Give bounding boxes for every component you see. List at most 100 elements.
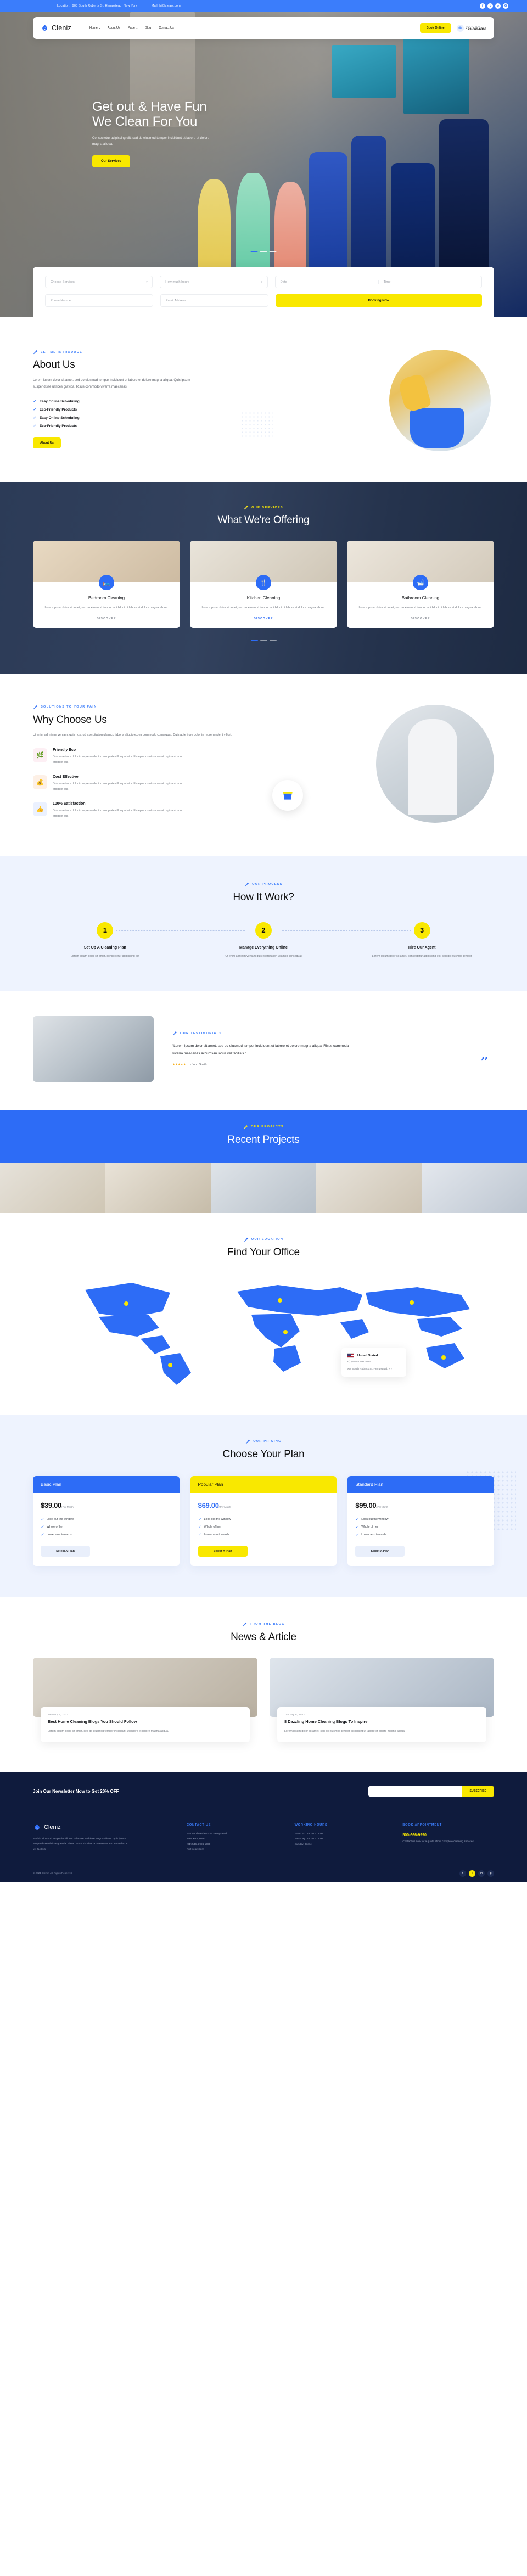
service-discover-link[interactable]: DISCOVER (41, 617, 172, 620)
bedroom-icon: 🛌 (99, 575, 114, 590)
hero-dot-3[interactable] (269, 251, 277, 252)
service-discover-link[interactable]: DISCOVER (355, 617, 486, 620)
chat-phone-block[interactable]: ☎ LET'S CHAT 123-666-6868 (456, 24, 486, 32)
check-icon: ✓ (33, 416, 36, 420)
twitter-icon[interactable]: t (487, 3, 493, 9)
nav-item-about[interactable]: About Us (108, 26, 120, 30)
service-card[interactable]: 🛌 Bedroom Cleaning Lorem ipsum dolor sit… (33, 541, 180, 628)
plan-feature: ✓ Lower arm towards (198, 1533, 329, 1537)
service-card[interactable]: 🛁 Bathroom Cleaning Lorem ipsum dolor si… (347, 541, 494, 628)
nav-item-home[interactable]: Home ▾ (89, 26, 100, 30)
pricing-plan-card[interactable]: Popular Plan $69.00/ Per Month ✓ Look out… (190, 1475, 337, 1566)
services-title: What We're Offering (217, 514, 310, 526)
about-circle-photo (389, 350, 491, 451)
newsletter-bar: Join Our Newsletter Now to Get 20% OFF S… (0, 1772, 527, 1809)
hero-our-services-button[interactable]: Our Services (92, 155, 131, 167)
plan-price: $99.00 (355, 1501, 377, 1509)
pricing-plan-card[interactable]: Basic Plan $39.00/ Per Month ✓ Look out t… (33, 1475, 180, 1566)
check-icon: ✓ (41, 1533, 44, 1537)
check-icon: ✓ (33, 424, 36, 428)
project-thumb[interactable] (422, 1162, 527, 1213)
subscribe-button[interactable]: SUBSCRIBE (462, 1786, 494, 1797)
choose-services-select[interactable]: Choose Services ▾ (45, 276, 153, 288)
about-cta-button[interactable]: About Us (33, 437, 61, 448)
broom-icon (172, 1031, 177, 1036)
topbar-social-links[interactable]: f t p G (480, 3, 508, 9)
check-icon: ✓ (41, 1525, 44, 1529)
select-plan-button[interactable]: Select A Plan (41, 1545, 90, 1557)
service-card[interactable]: 🍴 Kitchen Cleaning Lorem ipsum dolor sit… (190, 541, 337, 628)
service-card-title: Bedroom Cleaning (88, 596, 125, 600)
pricing-title: Choose Your Plan (222, 1448, 305, 1460)
services-dot-2[interactable] (260, 639, 267, 641)
footer-logo[interactable]: Cleniz (33, 1823, 170, 1832)
footer-hours-line: Saturday : 09:00 - 16:00 (294, 1838, 323, 1841)
plan-feature-label: Whole of her (361, 1525, 378, 1529)
footer: Join Our Newsletter Now to Get 20% OFF S… (0, 1771, 527, 1882)
email-address-input[interactable]: Email Address (160, 294, 268, 307)
newsletter-email-input[interactable] (368, 1786, 462, 1797)
hero-dot-1[interactable] (250, 251, 258, 252)
broom-icon (245, 1439, 250, 1444)
project-thumb[interactable] (211, 1162, 316, 1213)
pinterest-icon[interactable]: p (495, 3, 501, 9)
facebook-icon[interactable]: f (459, 1870, 466, 1877)
testimonial-quote: “Lorem ipsum dolor sit amet, sed do eius… (172, 1044, 349, 1056)
services-dot-3[interactable] (269, 639, 277, 641)
plan-feature: ✓ Whole of her (41, 1525, 172, 1529)
why-paragraph: Ut enim ad minim veniam, quis nostrud ex… (33, 733, 232, 737)
topbar-left: Location: 908 South Roberts St, Hempstea… (19, 4, 480, 8)
phone-number-input[interactable]: Phone Number (45, 294, 153, 307)
nav-item-contact[interactable]: Contact Us (159, 26, 174, 30)
project-thumb[interactable] (0, 1162, 105, 1213)
service-card-desc: Lorem ipsum dolor sit amet, sed do eiusm… (201, 606, 326, 609)
select-plan-button[interactable]: Select A Plan (355, 1545, 405, 1557)
footer-bottom-bar: © 2021 Cleniz. All Rights Reserved f t i… (0, 1864, 527, 1882)
blog-post[interactable]: January 6, 2021 8 Dazzling Home Cleaning… (270, 1657, 494, 1742)
services-dot-1[interactable] (250, 639, 258, 641)
why-feature: 💰 Cost Effective Duis aute irure dolor i… (33, 775, 258, 792)
why-feature: 👍 100% Satisfaction Duis aute irure dolo… (33, 802, 258, 819)
time-input[interactable]: Time (378, 280, 481, 284)
select-plan-button[interactable]: Select A Plan (198, 1545, 248, 1557)
brand-logo[interactable]: Cleniz (41, 24, 71, 32)
hours-select[interactable]: How much hours ▾ (160, 276, 268, 288)
nav-item-blog[interactable]: Blog (145, 26, 151, 30)
world-map-svg (85, 1282, 470, 1385)
services-slider-dots[interactable] (33, 639, 494, 641)
footer-social-links[interactable]: f t in p (459, 1870, 494, 1877)
about-check-item: ✓ Eco-Friendly Products (33, 424, 214, 429)
hero-slider-dots[interactable] (250, 251, 277, 252)
service-discover-link[interactable]: DISCOVER (198, 617, 329, 620)
footer-booking-phone[interactable]: 500-666-9990 (402, 1832, 494, 1839)
page-root: Location: 908 South Roberts St, Hempstea… (0, 0, 527, 1882)
project-thumb[interactable] (316, 1162, 422, 1213)
how-it-works-section: OUR PROCESS How It Work? 1 Set Up A Clea… (0, 855, 527, 991)
blog-post-date: January 6, 2021 (48, 1713, 69, 1716)
nav-right-group: Book Online ☎ LET'S CHAT 123-666-6868 (419, 23, 486, 33)
booking-now-button[interactable]: Booking Now (275, 294, 482, 307)
facebook-icon[interactable]: f (480, 3, 485, 9)
book-online-button[interactable]: Book Online (419, 23, 451, 33)
blog-post[interactable]: January 6, 2021 Best Home Cleaning Blogs… (33, 1657, 257, 1742)
world-map[interactable]: United Stated +(1) 546 8 996 1020 908 So… (33, 1271, 494, 1389)
nav-item-page[interactable]: Page ▾ (128, 26, 137, 30)
why-eyebrow: SOLUTIONS TO YOUR PAIN (33, 705, 258, 710)
blog-post-title[interactable]: 8 Dazzling Home Cleaning Blogs To Inspir… (284, 1719, 479, 1725)
date-input[interactable]: Date (276, 280, 378, 284)
project-thumb[interactable] (105, 1162, 211, 1213)
blog-post-excerpt: Lorem ipsum dolor sit amet, sed do eiusm… (48, 1730, 169, 1733)
pricing-plan-card[interactable]: Standard Plan $99.00/ Per Month ✓ Look ou… (347, 1475, 495, 1566)
linkedin-icon[interactable]: in (478, 1870, 485, 1877)
hero-dot-2[interactable] (260, 251, 267, 252)
location-eyebrow: OUR LOCATION (33, 1237, 494, 1242)
location-eyebrow-label: OUR LOCATION (251, 1238, 284, 1242)
projects-gallery (0, 1162, 527, 1213)
blog-post-title[interactable]: Best Home Cleaning Blogs You Should Foll… (48, 1719, 243, 1725)
pinterest-icon[interactable]: p (487, 1870, 494, 1877)
how-step: 2 Manage Everything Online Ut enim a min… (192, 922, 336, 959)
footer-brand-column: Cleniz Sed do eiusmod tempor incididunt … (33, 1823, 170, 1853)
twitter-icon[interactable]: t (469, 1870, 475, 1877)
blog-post-excerpt: Lorem ipsum dolor sit amet, sed do eiusm… (284, 1730, 406, 1733)
google-icon[interactable]: G (503, 3, 508, 9)
